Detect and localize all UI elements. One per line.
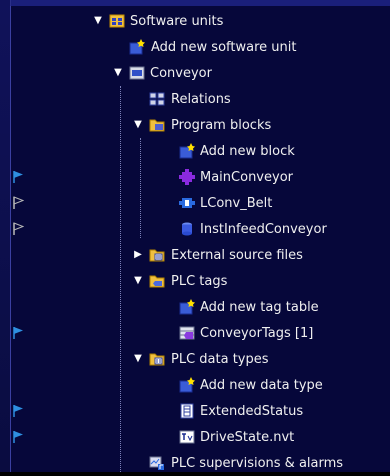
- add-new-icon: [179, 143, 195, 159]
- project-tree: ▼ Software units Add new software unit ▼…: [10, 6, 390, 472]
- unit-folder-icon: [129, 65, 145, 81]
- ob-block-icon: [179, 169, 195, 185]
- status-flag-icon: [11, 216, 25, 242]
- tree-item-add-new-data-type[interactable]: Add new data type: [11, 372, 390, 398]
- collapse-arrow-icon[interactable]: ▶: [133, 250, 143, 260]
- tree-item-label: Add new block: [200, 143, 295, 159]
- tree-item-label: LConv_Belt: [200, 195, 273, 211]
- tree-item-lconv-belt[interactable]: LConv_Belt: [11, 190, 390, 216]
- status-flag-icon: [11, 398, 25, 424]
- tree-item-instinfeedconveyor[interactable]: InstInfeedConveyor: [11, 216, 390, 242]
- tree-item-conveyor[interactable]: ▼ Conveyor: [11, 60, 390, 86]
- tree-item-program-blocks[interactable]: ▼ Program blocks: [11, 112, 390, 138]
- status-flag-icon: [11, 424, 25, 450]
- status-flag-icon: [11, 190, 25, 216]
- tree-item-plc-data-types[interactable]: ▼ PLC data types: [11, 346, 390, 372]
- tree-item-label: External source files: [171, 247, 303, 263]
- tree-item-relations[interactable]: Relations: [11, 86, 390, 112]
- tree-item-mainconveyor[interactable]: MainConveyor: [11, 164, 390, 190]
- tree-item-label: PLC supervisions & alarms: [171, 455, 344, 471]
- tree-item-label: Software units: [130, 13, 224, 29]
- tree-item-label: Relations: [171, 91, 231, 107]
- tag-table-icon: [179, 325, 195, 341]
- expand-arrow-icon[interactable]: ▼: [133, 276, 143, 286]
- tree-item-extendedstatus[interactable]: ExtendedStatus: [11, 398, 390, 424]
- expand-arrow-icon[interactable]: ▼: [113, 68, 123, 78]
- tree-item-label: Add new tag table: [200, 299, 319, 315]
- supervision-icon: [149, 455, 165, 471]
- add-new-icon: [179, 299, 195, 315]
- tree-item-label: InstInfeedConveyor: [200, 221, 327, 237]
- tree-item-add-new-software-unit[interactable]: Add new software unit: [11, 34, 390, 60]
- tree-item-label: PLC tags: [171, 273, 228, 289]
- tree-item-external-source-files[interactable]: ▶ External source files: [11, 242, 390, 268]
- data-types-folder-icon: [149, 351, 165, 367]
- tree-item-label: ExtendedStatus: [200, 403, 304, 419]
- fb-block-icon: [179, 195, 195, 211]
- db-block-icon: [179, 221, 195, 237]
- tree-item-conveyortags[interactable]: ConveyorTags [1]: [11, 320, 390, 346]
- status-flag-icon: [11, 320, 25, 346]
- tree-item-plc-supervisions-alarms[interactable]: PLC supervisions & alarms: [11, 450, 390, 476]
- tree-item-plc-tags[interactable]: ▼ PLC tags: [11, 268, 390, 294]
- tree-item-label: ConveyorTags [1]: [200, 325, 314, 341]
- tree-item-label: Conveyor: [150, 65, 212, 81]
- tree-item-label: Add new data type: [200, 377, 323, 393]
- program-blocks-folder-icon: [149, 117, 165, 133]
- tree-item-label: MainConveyor: [200, 169, 293, 185]
- tree-item-drivestate[interactable]: DriveState.nvt: [11, 424, 390, 450]
- tree-item-label: PLC data types: [171, 351, 269, 367]
- tree-item-label: DriveState.nvt: [200, 429, 295, 445]
- struct-type-icon: [179, 403, 195, 419]
- add-new-icon: [179, 377, 195, 393]
- tree-item-add-new-block[interactable]: Add new block: [11, 138, 390, 164]
- expand-arrow-icon[interactable]: ▼: [133, 120, 143, 130]
- add-new-icon: [129, 39, 145, 55]
- plc-tags-folder-icon: [149, 273, 165, 289]
- status-flag-icon: [11, 164, 25, 190]
- types-icon: [179, 429, 195, 445]
- relations-icon: [149, 91, 165, 107]
- expand-arrow-icon[interactable]: ▼: [133, 354, 143, 364]
- expand-arrow-icon[interactable]: ▼: [93, 16, 103, 26]
- tree-item-add-new-tag-table[interactable]: Add new tag table: [11, 294, 390, 320]
- source-files-folder-icon: [149, 247, 165, 263]
- software-units-icon: [109, 13, 125, 29]
- tree-item-label: Program blocks: [171, 117, 272, 133]
- tree-item-software-units[interactable]: ▼ Software units: [11, 8, 390, 34]
- tree-item-label: Add new software unit: [151, 39, 297, 55]
